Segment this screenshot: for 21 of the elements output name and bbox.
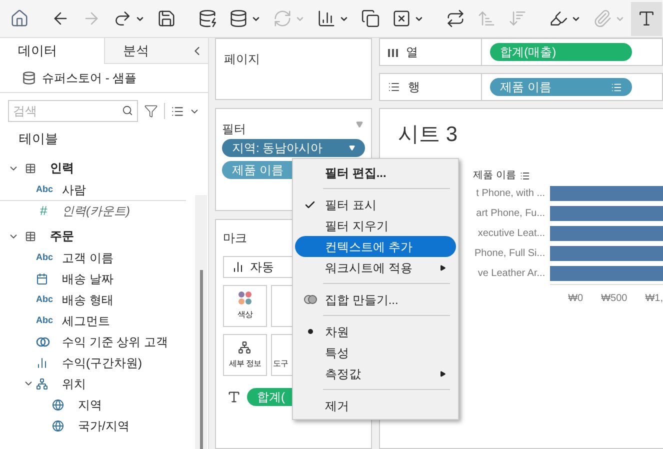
number-type-icon: # [36,201,58,221]
panel-title: 페이지 [224,52,260,66]
column-header: 제품 이름 [473,169,516,183]
string-type-icon: Abc [36,250,58,264]
row-label: xecutive Leat... [478,226,546,240]
shelf-label: 행 [408,79,420,96]
string-type-icon: Abc [36,314,58,328]
panel-title: 마크 [222,230,248,247]
string-type-icon: Abc [36,182,58,196]
axis-tick: ₩0 [568,292,584,306]
axis-tick: ₩1, [645,292,663,306]
shelf-label: 열 [406,44,418,61]
sheet-title: 시트 3 [398,122,459,148]
section-title: 테이블 [18,130,59,148]
axis-tick: ₩500 [601,292,628,306]
row-label: art Phone, Fu... [476,206,546,220]
panel-title: 필터 [222,122,246,136]
row-label: t Phone, with ... [476,186,546,200]
string-type-icon: Abc [36,292,58,306]
row-label: ve Leather Ar... [478,266,546,280]
row-label: Phone, Full Si... [474,246,546,260]
